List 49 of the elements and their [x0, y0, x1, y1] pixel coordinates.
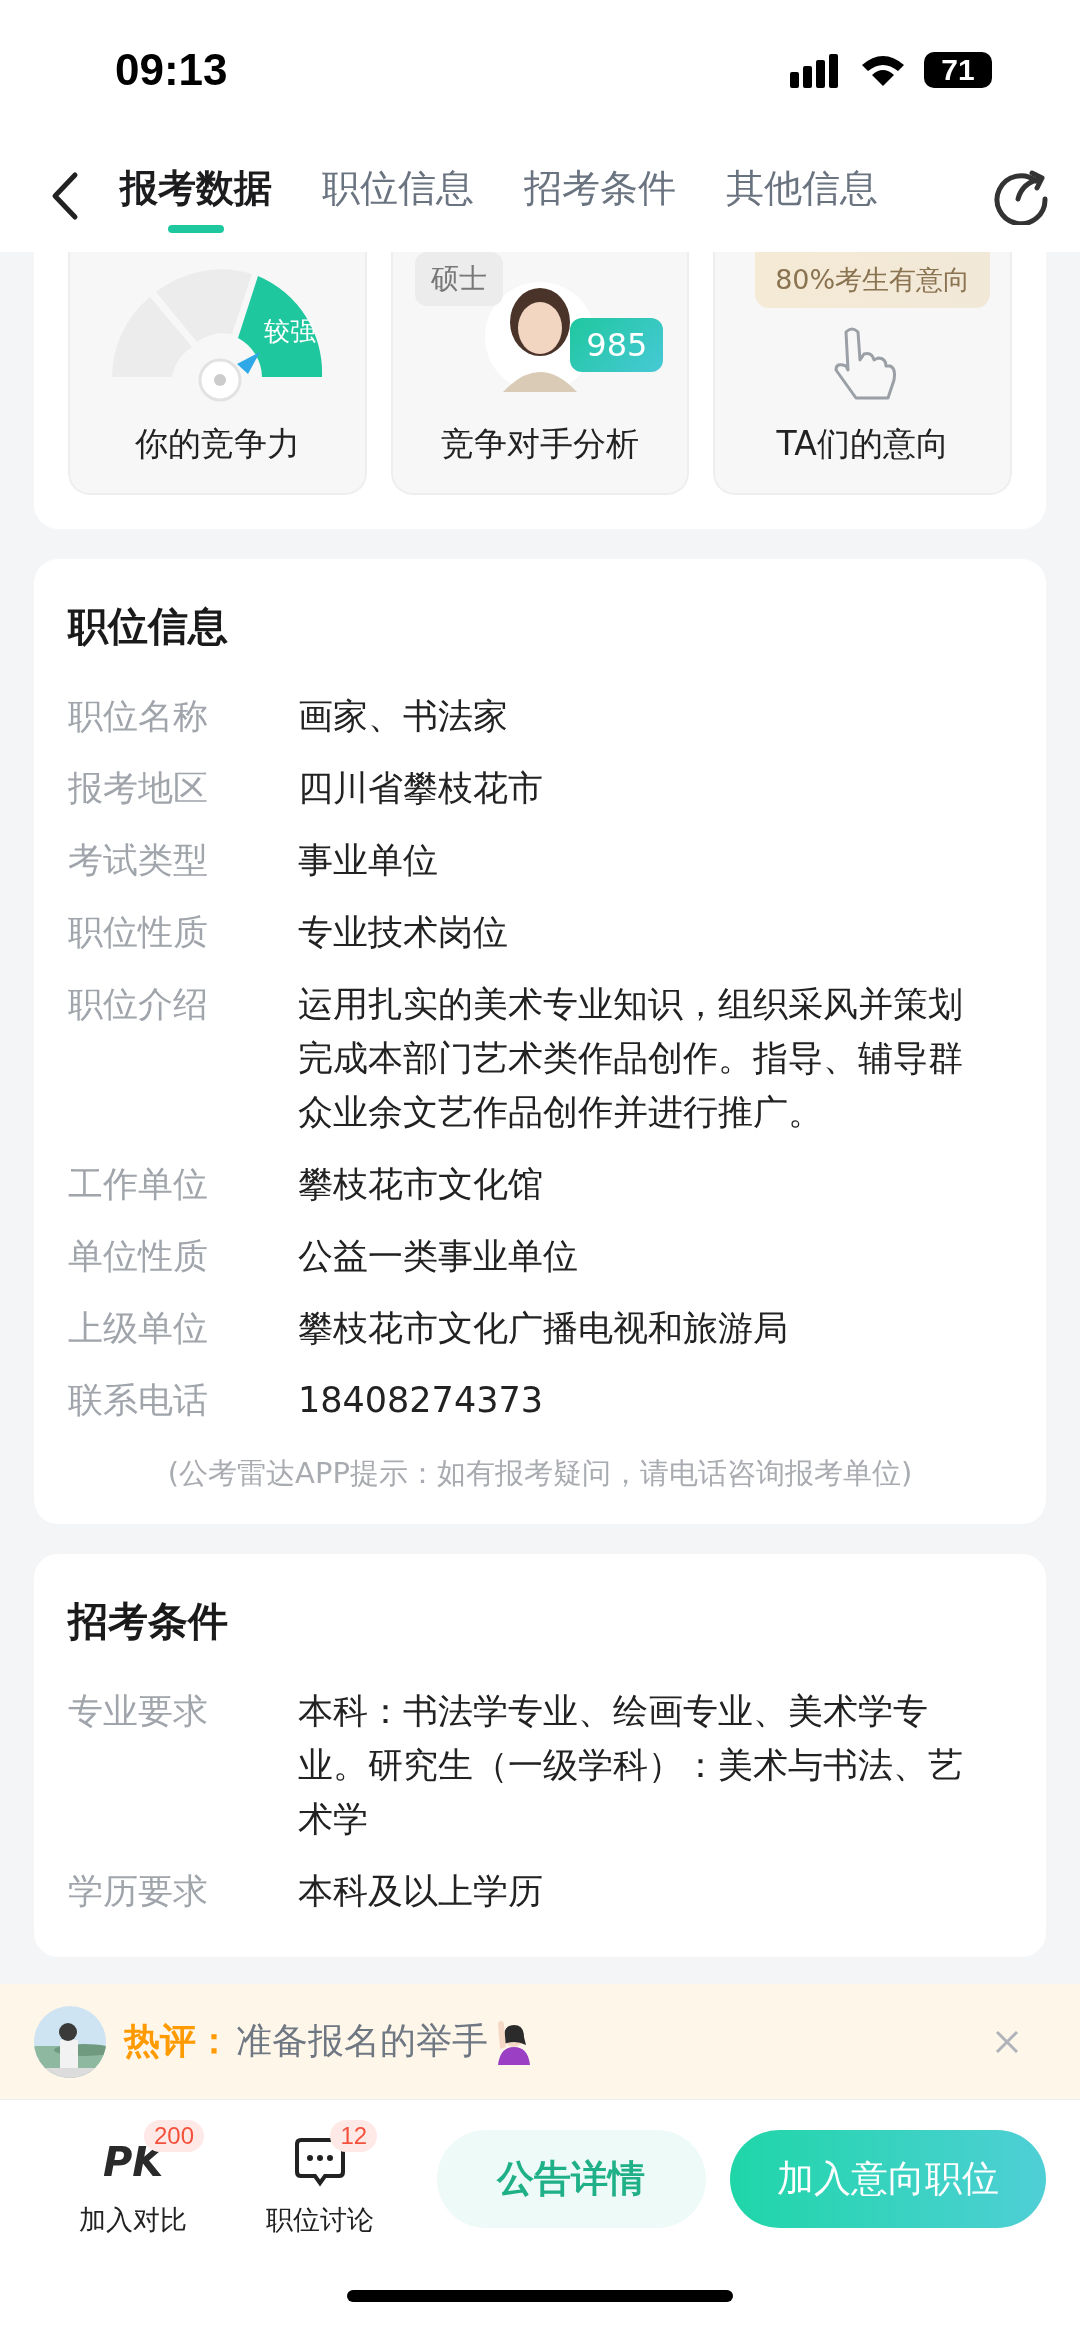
status-time: 09:13 — [115, 45, 228, 95]
field-label: 职位介绍 — [68, 983, 209, 1026]
field-label: 单位性质 — [68, 1235, 209, 1278]
field-value: 本科：书法学专业、绘画专业、美术学专业。研究生（一级学科）：美术与书法、艺术学 — [298, 1690, 964, 1841]
field-label: 专业要求 — [68, 1690, 209, 1733]
field-value: 18408274373 — [298, 1379, 544, 1422]
count-badge: 12 — [330, 2120, 378, 2152]
intent-banner: 80%考生有意向 — [755, 252, 990, 308]
overview-tile[interactable]: 80%考生有意向 TA们的意向 — [713, 252, 1012, 495]
battery-icon: 71 — [924, 52, 992, 88]
field-value: 本科及以上学历 — [298, 1870, 544, 1913]
overview-tile[interactable]: 硕士 985 竞争对手分析 — [390, 252, 690, 495]
back-button[interactable] — [50, 171, 80, 221]
field-label: 考试类型 — [68, 839, 209, 882]
competitiveness-tag: 较强 — [264, 316, 317, 346]
field-value: 画家、书法家 — [298, 695, 509, 738]
field-value: 公益一类事业单位 — [298, 1235, 579, 1278]
field-label: 上级单位 — [68, 1307, 209, 1350]
nav-tab[interactable]: 招考条件 — [524, 155, 676, 237]
field-label: 工作单位 — [68, 1163, 209, 1206]
hot-comment-bar[interactable]: 热评：准备报名的举手 — [0, 1984, 1080, 2099]
wifi-icon — [860, 53, 906, 87]
tile-label: 你的竞争力 — [134, 423, 300, 465]
field-value: 事业单位 — [298, 839, 439, 882]
field-label: 学历要求 — [68, 1870, 209, 1913]
field-label: 职位名称 — [68, 695, 209, 738]
overview-tile[interactable]: 较强 你的竞争力 — [68, 252, 367, 495]
school-bubble: 985 — [570, 318, 664, 372]
hot-comment-text: 准备报名的举手 — [236, 2019, 488, 2063]
section-title: 招考条件 — [68, 1597, 229, 1646]
field-value: 攀枝花市文化广播电视和旅游局 — [298, 1307, 789, 1350]
nav-tab[interactable]: 职位信息 — [322, 155, 474, 237]
toolbar-action[interactable]: 12 职位讨论 — [226, 2120, 413, 2238]
section-title: 职位信息 — [68, 602, 229, 651]
tile-label: 竞争对手分析 — [441, 423, 639, 465]
tile-label: TA们的意向 — [776, 423, 949, 465]
field-label: 联系电话 — [68, 1379, 209, 1422]
field-value: 四川省攀枝花市 — [298, 767, 544, 810]
hint-note: (公考雷达APP提示：如有报考疑问，请电话咨询报考单位) — [166, 1455, 914, 1492]
field-value: 运用扎实的美术专业知识，组织采风并策划完成本部门艺术类作品创作。指导、辅导群众业余文艺作品创作并进行推广。 — [298, 983, 964, 1134]
field-label: 报考地区 — [68, 767, 209, 810]
hot-comment-prefix: 热评： — [124, 2019, 232, 2063]
field-label: 职位性质 — [68, 911, 209, 954]
nav-tab[interactable]: 报考数据 — [120, 155, 272, 237]
share-button[interactable] — [992, 167, 1050, 225]
degree-bubble: 硕士 — [414, 252, 503, 306]
nav-tab[interactable]: 其他信息 — [726, 155, 878, 237]
field-value: 攀枝花市文化馆 — [298, 1163, 544, 1206]
field-value: 专业技术岗位 — [298, 911, 509, 954]
